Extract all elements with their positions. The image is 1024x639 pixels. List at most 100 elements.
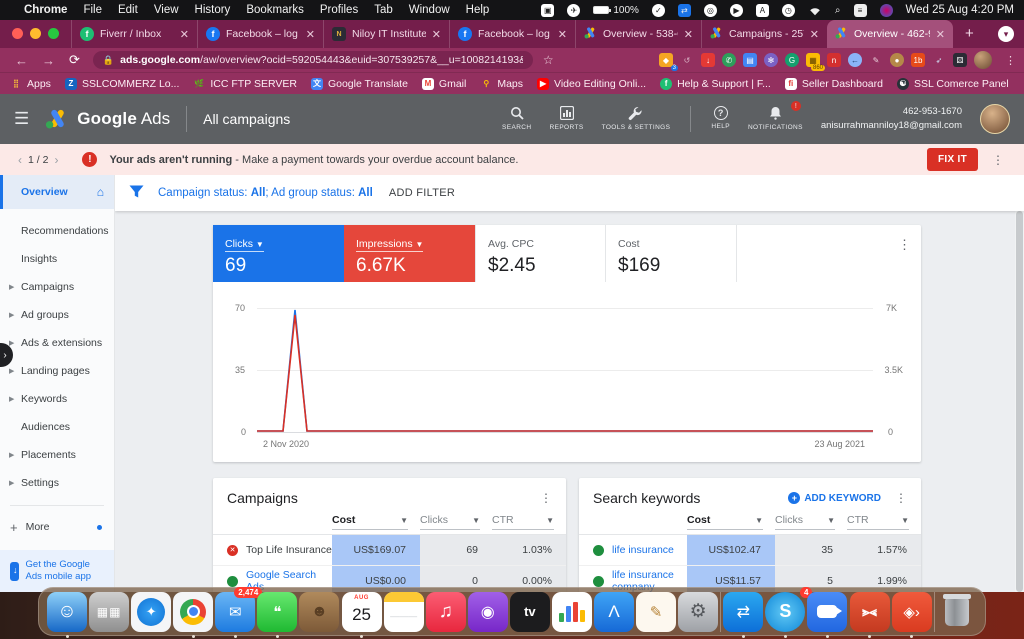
page-scrollbar[interactable] [1015, 211, 1024, 592]
search-nav-button[interactable]: SEARCH [502, 105, 532, 132]
siri-icon[interactable] [880, 4, 893, 17]
sidebar-more-button[interactable]: + More [0, 514, 114, 540]
close-window-button[interactable] [12, 28, 23, 39]
extension-icon[interactable]: ◆3 [659, 53, 673, 67]
wifi-icon[interactable] [808, 5, 822, 16]
close-tab-icon[interactable]: ✕ [810, 28, 819, 41]
sidebar-item-settings[interactable]: ▶Settings [0, 469, 114, 497]
column-cost[interactable]: Cost▼ [687, 514, 763, 530]
notifications-nav-button[interactable]: ! NOTIFICATIONS [748, 105, 803, 132]
dock-launchpad-icon[interactable]: ▦▦ [89, 592, 129, 632]
dock-zoom-icon[interactable] [807, 592, 847, 632]
sidebar-item-overview[interactable]: Overview ⌂ [0, 175, 114, 209]
menu-view[interactable]: View [154, 4, 179, 16]
play-icon[interactable]: ▶ [730, 4, 743, 17]
screen-record-icon[interactable]: ▣ [541, 4, 554, 17]
dock-teamviewer-icon[interactable]: ⇄ [723, 592, 763, 632]
bookmark-sslcommerz[interactable]: ZSSLCOMMERZ Lo... [65, 78, 179, 90]
metric-impressions[interactable]: Impressions ▼ 6.67K [344, 225, 475, 282]
metric-clicks[interactable]: Clicks ▼ 69 [213, 225, 344, 282]
1b-extension-icon[interactable]: 1b [911, 53, 925, 67]
add-keyword-button[interactable]: +ADD KEYWORD [788, 492, 881, 504]
alert-next-icon[interactable]: › [48, 153, 64, 167]
tools-settings-nav-button[interactable]: TOOLS & SETTINGS [602, 105, 671, 132]
column-ctr[interactable]: CTR▼ [492, 514, 554, 530]
shield-icon[interactable]: ✈ [567, 4, 580, 17]
teamviewer-icon[interactable]: ⇄ [678, 4, 691, 17]
reload-icon[interactable]: ⟳ [69, 52, 80, 68]
search-icon[interactable]: ⌕ [835, 5, 841, 16]
menu-chrome[interactable]: Chrome [24, 4, 67, 16]
dock-mail-icon[interactable]: ✉2,474 [215, 592, 255, 632]
tab-overview-462-active[interactable]: Overview - 462-95 ✕ [827, 20, 953, 48]
column-clicks[interactable]: Clicks▼ [775, 514, 835, 530]
dock-notes-icon[interactable]: ——— [384, 592, 424, 632]
check-icon[interactable]: ✓ [652, 4, 665, 17]
active-filters[interactable]: Campaign status: All; Ad group status: A… [158, 187, 373, 199]
menu-history[interactable]: History [195, 4, 231, 16]
filter-funnel-icon[interactable] [129, 185, 144, 201]
sidebar-item-landing-pages[interactable]: ▶Landing pages [0, 357, 114, 385]
menu-edit[interactable]: Edit [118, 4, 138, 16]
bookmark-star-icon[interactable]: ☆ [543, 53, 554, 67]
keywords-card-menu-icon[interactable]: ⋮ [895, 491, 907, 505]
bookmark-help-support[interactable]: fHelp & Support | F... [660, 78, 771, 90]
dock-calendar-icon[interactable]: AUG25 [342, 592, 382, 632]
close-tab-icon[interactable]: ✕ [306, 28, 315, 41]
hamburger-menu-icon[interactable]: ☰ [14, 109, 29, 129]
dock-skype-icon[interactable]: S4 [765, 592, 805, 632]
bookmark-maps[interactable]: ⚲Maps [480, 78, 523, 90]
bookmark-apps[interactable]: ⣿Apps [10, 78, 51, 90]
bookmark-gmail[interactable]: MGmail [422, 78, 466, 90]
dock-textedit-icon[interactable]: ✎ [636, 592, 676, 632]
sidebar-item-placements[interactable]: ▶Placements [0, 441, 114, 469]
dock-trash-icon[interactable] [937, 592, 977, 632]
tab-niloy-it[interactable]: N Niloy IT Institute | Y ✕ [323, 20, 449, 48]
minimize-window-button[interactable] [30, 28, 41, 39]
zoom-window-button[interactable] [48, 28, 59, 39]
close-tab-icon[interactable]: ✕ [558, 28, 567, 41]
seo-extension-icon[interactable]: ▦860 [806, 53, 820, 67]
sidebar-item-ads-extensions[interactable]: ▶Ads & extensions [0, 329, 114, 357]
tab-campaigns-257[interactable]: Campaigns - 257-9 ✕ [701, 20, 827, 48]
sidebar-item-audiences[interactable]: Audiences [0, 413, 114, 441]
sidebar-item-keywords[interactable]: ▶Keywords [0, 385, 114, 413]
overview-card-menu-icon[interactable]: ⋮ [898, 237, 911, 253]
dock-finder-icon[interactable]: ☺ [47, 592, 87, 632]
blue-extension-icon[interactable]: ▤ [743, 53, 757, 67]
dock-chrome-icon[interactable] [173, 592, 213, 632]
dock-contacts-icon[interactable]: ☻ [299, 592, 339, 632]
forward-icon[interactable]: → [42, 53, 55, 68]
tab-facebook-1[interactable]: f Facebook – log in o ✕ [197, 20, 323, 48]
dock-tv-icon[interactable]: tv [510, 592, 550, 632]
new-tab-button[interactable]: + [953, 25, 986, 48]
dock-music-icon[interactable]: ♫ [426, 592, 466, 632]
column-cost[interactable]: Cost▼ [332, 514, 408, 530]
dock-app-store-icon[interactable]: Λ [594, 592, 634, 632]
grammarly-icon[interactable]: G [785, 53, 799, 67]
account-avatar[interactable] [980, 104, 1010, 134]
dock-rd-client-icon[interactable]: ◈› [892, 592, 932, 632]
chrome-profile-avatar[interactable] [974, 51, 992, 69]
campaign-row[interactable]: ✕Top Life Insurance US$169.07 69 1.03% [213, 535, 566, 566]
column-ctr[interactable]: CTR▼ [847, 514, 909, 530]
tab-fiverr[interactable]: f Fiverr / Inbox ✕ [71, 20, 197, 48]
arrow-extension-icon[interactable]: ← [848, 53, 862, 67]
mobile-app-promo[interactable]: Get the Google Ads mobile app [0, 550, 114, 592]
keyword-row[interactable]: life insurance US$102.47 35 1.57% [579, 535, 921, 566]
add-filter-button[interactable]: ADD FILTER [389, 187, 455, 199]
sidebar-item-ad-groups[interactable]: ▶Ad groups [0, 301, 114, 329]
close-tab-icon[interactable]: ✕ [684, 28, 693, 41]
google-ads-logo[interactable]: Google Ads [45, 108, 170, 130]
dock-ms-remote-desktop-icon[interactable]: ⪢⪡ [850, 592, 890, 632]
metric-cost[interactable]: Cost $169 [606, 225, 737, 282]
menu-profiles[interactable]: Profiles [320, 4, 358, 16]
address-bar[interactable]: 🔒 ads.google.com/aw/overview?ocid=592054… [93, 51, 533, 69]
tab-facebook-2[interactable]: f Facebook – log in o ✕ [449, 20, 575, 48]
bookmark-seller-dashboard[interactable]: fiSeller Dashboard [785, 78, 883, 90]
display-icon[interactable]: ≡ [854, 4, 867, 17]
close-tab-icon[interactable]: ✕ [180, 28, 189, 41]
dock-numbers-icon[interactable] [552, 592, 592, 632]
puzzle-extensions-icon[interactable]: ⚄ [953, 53, 967, 67]
close-tab-icon[interactable]: ✕ [432, 28, 441, 41]
